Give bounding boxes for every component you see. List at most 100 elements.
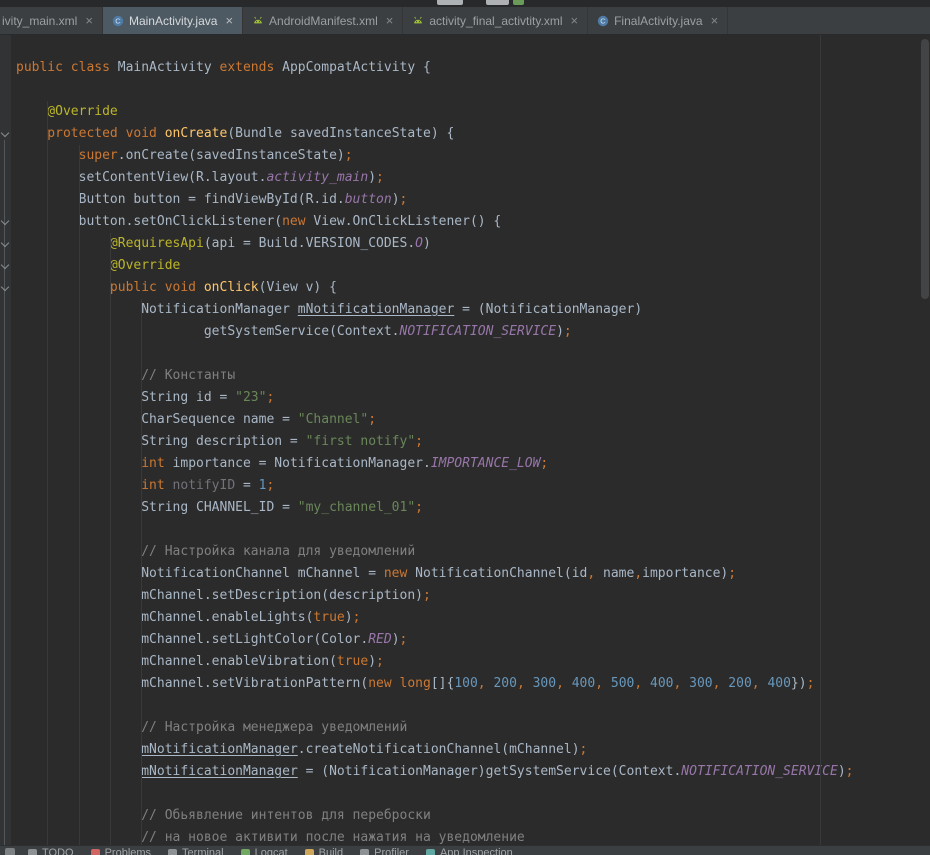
code-line[interactable]: mNotificationManager.createNotificationC…	[16, 739, 930, 761]
code-token: AppCompatActivity {	[282, 60, 431, 75]
code-token: protected void	[16, 126, 165, 141]
code-token: 200	[493, 676, 516, 691]
code-token: ,	[595, 676, 611, 691]
code-line[interactable]: protected void onCreate(Bundle savedInst…	[16, 123, 930, 145]
code-line[interactable]: // Настройка менеджера уведомлений	[16, 717, 930, 739]
code-token: ;	[266, 390, 274, 405]
code-line[interactable]: String CHANNEL_ID = "my_channel_01";	[16, 497, 930, 519]
code-line[interactable]	[16, 79, 930, 101]
code-token: String description =	[16, 434, 306, 449]
code-token: NOTIFICATION_SERVICE	[400, 324, 557, 339]
code-line[interactable]: String id = "23";	[16, 387, 930, 409]
toolbar-widget[interactable]	[437, 0, 463, 5]
code-token: 400	[572, 676, 595, 691]
code-line[interactable]: public class MainActivity extends AppCom…	[16, 57, 930, 79]
code-token: ,	[556, 676, 572, 691]
code-token: setContentView(R.layout.	[16, 170, 266, 185]
editor-tab[interactable]: CMainActivity.java×	[103, 7, 243, 34]
code-token: ;	[728, 566, 736, 581]
fold-marker-icon[interactable]	[1, 218, 10, 227]
close-icon[interactable]: ×	[571, 15, 579, 27]
code-line[interactable]: mChannel.enableVibration(true);	[16, 651, 930, 673]
editor-tab[interactable]: ivity_main.xml×	[0, 7, 103, 34]
code-token: ,	[634, 566, 642, 581]
code-line[interactable]: @Override	[16, 255, 930, 277]
code-line[interactable]: String description = "first notify";	[16, 431, 930, 453]
code-token: true	[313, 610, 344, 625]
close-icon[interactable]: ×	[225, 15, 233, 27]
code-token: MainActivity	[118, 60, 220, 75]
editor-tab-bar: ivity_main.xml×CMainActivity.java×Androi…	[0, 7, 930, 35]
code-line[interactable]: mChannel.setLightColor(Color.RED);	[16, 629, 930, 651]
code-token: Button button = findViewById(R.id.	[16, 192, 345, 207]
code-token: ;	[353, 610, 361, 625]
code-line[interactable]: mChannel.setVibrationPattern(new long[]{…	[16, 673, 930, 695]
tool-window-button[interactable]: TODO	[28, 847, 74, 855]
code-line[interactable]: getSystemService(Context.NOTIFICATION_SE…	[16, 321, 930, 343]
editor-gutter	[0, 35, 11, 855]
code-line[interactable]: setContentView(R.layout.activity_main);	[16, 167, 930, 189]
tool-window-button[interactable]: Logcat	[241, 847, 288, 855]
close-icon[interactable]: ×	[711, 15, 719, 27]
code-line[interactable]: int notifyID = 1;	[16, 475, 930, 497]
tool-window-switcher-icon[interactable]	[5, 848, 15, 855]
code-token: ;	[368, 412, 376, 427]
tab-label: AndroidManifest.xml	[269, 14, 378, 28]
svg-text:C: C	[600, 16, 606, 25]
toolbar-widget[interactable]	[486, 0, 509, 5]
tool-window-button[interactable]: Problems	[91, 847, 151, 855]
code-token: activity_main	[266, 170, 368, 185]
code-token: ;	[540, 456, 548, 471]
code-token: 500	[611, 676, 634, 691]
scrollbar-thumb[interactable]	[921, 39, 929, 299]
code-token: .onCreate(savedInstanceState)	[118, 148, 345, 163]
fold-marker-icon[interactable]	[1, 240, 10, 249]
code-line[interactable]: CharSequence name = "Channel";	[16, 409, 930, 431]
code-token: mChannel.setDescription(description)	[16, 588, 423, 603]
code-line[interactable]: @RequiresApi(api = Build.VERSION_CODES.O…	[16, 233, 930, 255]
code-token: )	[423, 236, 431, 251]
code-line[interactable]: NotificationChannel mChannel = new Notif…	[16, 563, 930, 585]
code-line[interactable]: @Override	[16, 101, 930, 123]
code-token: mChannel.setVibrationPattern(	[16, 676, 368, 691]
code-token: button	[345, 192, 392, 207]
code-line[interactable]: // Настройка канала для уведомлений	[16, 541, 930, 563]
code-token: mChannel.setLightColor(Color.	[16, 632, 368, 647]
code-line[interactable]: int importance = NotificationManager.IMP…	[16, 453, 930, 475]
tool-window-button[interactable]: Terminal	[168, 847, 224, 855]
code-token: new	[282, 214, 313, 229]
code-line[interactable]: mChannel.enableLights(true);	[16, 607, 930, 629]
code-line[interactable]: mChannel.setDescription(description);	[16, 585, 930, 607]
code-token: )	[838, 764, 846, 779]
code-editor[interactable]: public class MainActivity extends AppCom…	[11, 35, 930, 855]
fold-marker-icon[interactable]	[1, 130, 10, 139]
code-token: public class	[16, 60, 118, 75]
code-line[interactable]: button.setOnClickListener(new View.OnCli…	[16, 211, 930, 233]
code-line[interactable]: Button button = findViewById(R.id.button…	[16, 189, 930, 211]
close-icon[interactable]: ×	[85, 15, 93, 27]
code-line[interactable]: NotificationManager mNotificationManager…	[16, 299, 930, 321]
editor-tab[interactable]: activity_final_activtity.xml×	[403, 7, 588, 34]
code-line[interactable]	[16, 343, 930, 365]
fold-marker-icon[interactable]	[1, 262, 10, 271]
editor-scrollbar[interactable]	[920, 35, 930, 855]
tool-window-button[interactable]: Build	[305, 847, 343, 855]
editor-tab[interactable]: AndroidManifest.xml ×	[243, 7, 403, 34]
code-line[interactable]: // Константы	[16, 365, 930, 387]
code-line[interactable]	[16, 519, 930, 541]
code-token: ,	[587, 566, 595, 581]
tool-window-button[interactable]: App Inspection	[426, 847, 513, 855]
tool-window-button[interactable]: Profiler	[360, 847, 409, 855]
code-line[interactable]: mNotificationManager = (NotificationMana…	[16, 761, 930, 783]
code-line[interactable]: super.onCreate(savedInstanceState);	[16, 145, 930, 167]
run-button-fragment[interactable]	[513, 0, 524, 5]
code-token: =	[235, 478, 258, 493]
code-line[interactable]: public void onClick(View v) {	[16, 277, 930, 299]
editor-tab[interactable]: CFinalActivity.java×	[588, 7, 728, 34]
code-line[interactable]	[16, 695, 930, 717]
code-line[interactable]: // Обьявление интентов для переброски	[16, 805, 930, 827]
close-icon[interactable]: ×	[386, 15, 394, 27]
fold-marker-icon[interactable]	[1, 284, 10, 293]
tool-window-label: Logcat	[255, 847, 288, 855]
code-line[interactable]	[16, 783, 930, 805]
